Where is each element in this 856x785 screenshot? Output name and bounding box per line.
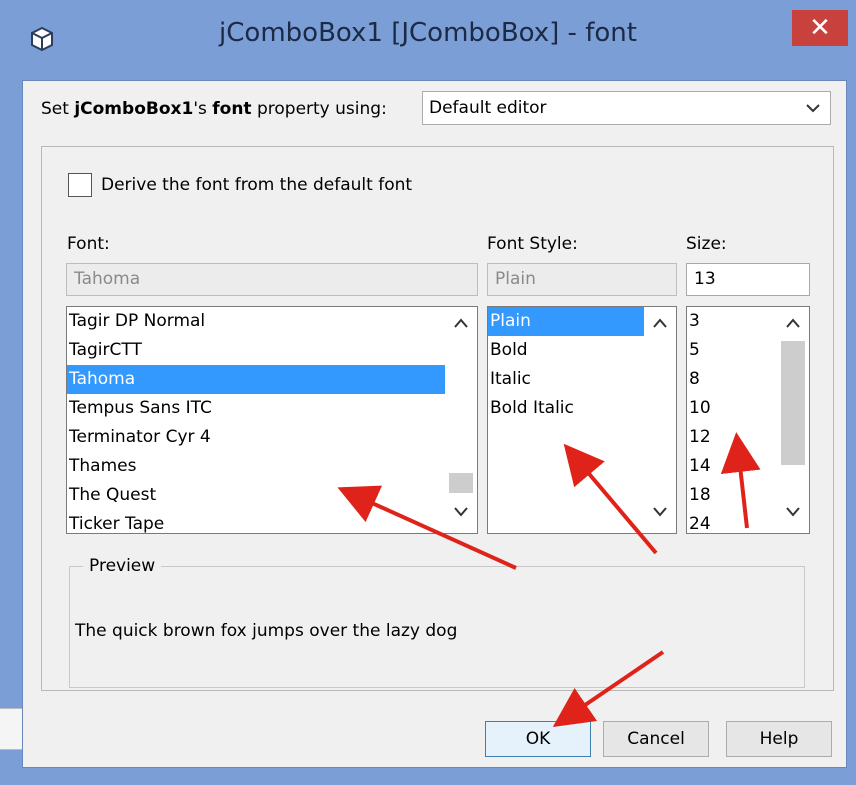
font-list[interactable]: Tagir DP Normal TagirCTT Tahoma Tempus Sans…: [66, 306, 478, 534]
close-button[interactable]: ✕: [792, 10, 848, 46]
chevron-up-icon[interactable]: [452, 316, 470, 330]
font-style-label: Font Style:: [487, 234, 578, 254]
font-list-scroll-thumb[interactable]: [449, 473, 473, 493]
preview-sample-text: The quick brown fox jumps over the lazy …: [75, 621, 458, 641]
font-style-list-item[interactable]: Plain: [488, 307, 644, 336]
font-dialog-window: jComboBox1 [JComboBox] - font ✕ Set jCom…: [0, 0, 856, 785]
background-window-fragment: [0, 708, 22, 750]
size-list-scroll-thumb[interactable]: [781, 341, 805, 465]
size-list[interactable]: 3 5 8 10 12 14 18 24: [686, 306, 810, 534]
size-field[interactable]: 13: [686, 263, 810, 296]
font-list-item[interactable]: The Quest: [67, 481, 477, 510]
cancel-button[interactable]: Cancel: [603, 721, 709, 757]
font-list-item[interactable]: Tahoma: [67, 365, 445, 394]
derive-font-checkbox[interactable]: [68, 173, 92, 197]
help-button[interactable]: Help: [726, 721, 832, 757]
ok-button[interactable]: OK: [485, 721, 591, 757]
cube-icon: [31, 26, 53, 52]
font-list-item[interactable]: Thames: [67, 452, 477, 481]
font-list-item[interactable]: Terminator Cyr 4: [67, 423, 477, 452]
property-name: font: [212, 99, 252, 119]
window-title: jComboBox1 [JComboBox] - font: [219, 18, 637, 48]
font-style-field[interactable]: Plain: [487, 263, 677, 296]
property-editor-label: Set jComboBox1's font property using:: [41, 99, 387, 119]
preview-title: Preview: [83, 556, 162, 576]
editor-select[interactable]: Default editor: [422, 91, 831, 125]
font-style-list[interactable]: Plain Bold Italic Bold Italic: [487, 306, 677, 534]
chevron-up-icon[interactable]: [651, 316, 669, 330]
close-icon: ✕: [809, 13, 831, 43]
font-list-item[interactable]: Tagir DP Normal: [67, 307, 477, 336]
editor-select-value: Default editor: [429, 98, 547, 118]
dialog-content: Set jComboBox1's font property using: De…: [22, 80, 847, 768]
font-list-item[interactable]: Tempus Sans ITC: [67, 394, 477, 423]
chevron-down-icon[interactable]: [651, 505, 669, 519]
font-name-field[interactable]: Tahoma: [66, 263, 478, 296]
size-label: Size:: [686, 234, 727, 254]
chevron-up-icon[interactable]: [784, 316, 802, 330]
font-list-item[interactable]: TagirCTT: [67, 336, 477, 365]
chevron-down-icon[interactable]: [452, 505, 470, 519]
title-bar[interactable]: jComboBox1 [JComboBox] - font ✕: [0, 0, 856, 80]
derive-font-label: Derive the font from the default font: [101, 175, 413, 195]
component-name: jComboBox1: [74, 99, 194, 119]
font-label: Font:: [67, 234, 110, 254]
font-list-scrollbar[interactable]: [445, 307, 477, 533]
font-list-item[interactable]: Ticker Tape: [67, 510, 477, 533]
chevron-down-icon: [806, 104, 820, 113]
font-style-list-scrollbar[interactable]: [644, 307, 676, 533]
size-list-scrollbar[interactable]: [777, 307, 809, 533]
chevron-down-icon[interactable]: [784, 505, 802, 519]
